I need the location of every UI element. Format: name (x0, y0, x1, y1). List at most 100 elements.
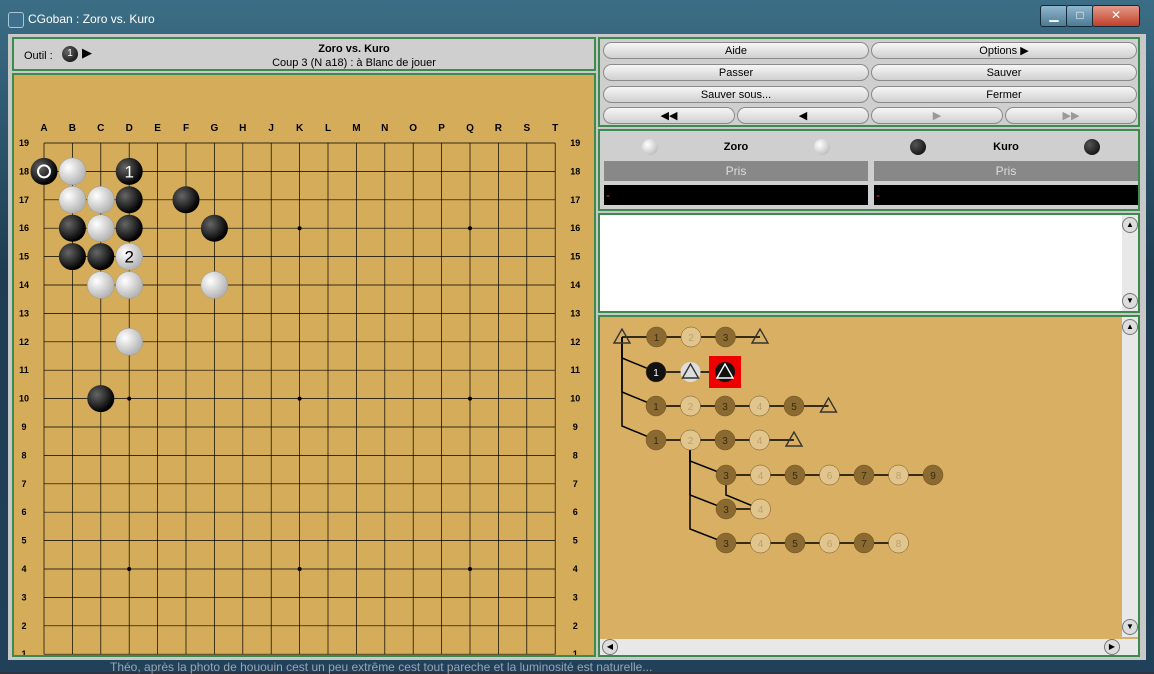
white-stone (115, 271, 143, 299)
star-point (127, 567, 132, 571)
tree-node-label: 3 (723, 471, 729, 482)
tree-node-label: 7 (861, 471, 867, 482)
comment-area[interactable]: ▲ ▼ (598, 213, 1140, 313)
tree-node-label: 4 (758, 471, 764, 482)
tree-node-label: 3 (723, 505, 729, 516)
white-stone (58, 186, 87, 214)
white-player-box: Zoro Pris - (602, 133, 870, 209)
tree-triangle-icon (784, 430, 804, 447)
white-stone (87, 214, 115, 242)
star-point (468, 567, 472, 571)
column-label: E (154, 123, 161, 134)
column-label: B (69, 123, 76, 134)
pass-button[interactable]: Passer (603, 64, 869, 81)
comment-scrollbar[interactable]: ▲ ▼ (1122, 215, 1138, 311)
nav-last-icon: ▶▶ (1062, 110, 1080, 122)
row-label: 10 (570, 394, 580, 404)
column-label: Q (466, 123, 474, 134)
scroll-down-icon[interactable]: ▼ (1122, 293, 1138, 309)
nav-next-button[interactable]: ▶ (871, 107, 1003, 124)
row-label: 17 (19, 195, 29, 205)
row-label: 9 (21, 422, 26, 432)
tree-node-label: 1 (653, 402, 659, 413)
scroll-up-icon[interactable]: ▲ (1122, 319, 1138, 335)
black-player-box: Kuro Pris - (872, 133, 1140, 209)
client-area: Outil : 1 ▶ Zoro vs. Kuro Coup 3 (N a18)… (8, 34, 1146, 660)
help-button[interactable]: Aide (603, 42, 869, 59)
row-label: 4 (21, 564, 26, 574)
game-header: Outil : 1 ▶ Zoro vs. Kuro Coup 3 (N a18)… (12, 37, 596, 71)
board-svg[interactable]: AABBCCDDEEFFGGHHJJKKLLMMNNOOPPQQRRSSTT19… (14, 75, 594, 655)
black-stone (87, 243, 115, 271)
row-label: 18 (570, 166, 580, 176)
row-label: 1 (573, 649, 578, 655)
tool-arrow-icon[interactable]: ▶ (82, 45, 92, 61)
scroll-down-icon[interactable]: ▼ (1122, 619, 1138, 635)
row-label: 19 (19, 138, 29, 148)
close-game-button[interactable]: Fermer (871, 86, 1137, 103)
row-label: 9 (573, 422, 578, 432)
scroll-up-icon[interactable]: ▲ (1122, 217, 1138, 233)
nav-last-button[interactable]: ▶▶ (1005, 107, 1137, 124)
options-button[interactable]: Options ▶ (871, 42, 1137, 59)
app-window: CGoban : Zoro vs. Kuro ▁ □ ✕ Outil : 1 ▶… (0, 0, 1154, 674)
nav-prev-button[interactable]: ◀ (737, 107, 869, 124)
tree-node-label: 5 (791, 402, 797, 413)
tree-node-label: 6 (827, 471, 833, 482)
black-stone (58, 214, 86, 242)
minimize-button[interactable]: ▁ (1040, 5, 1068, 27)
control-buttons: Aide Options ▶ Passer Sauver Sauver sous… (598, 37, 1140, 127)
row-label: 5 (573, 536, 578, 546)
go-board[interactable]: AABBCCDDEEFFGGHHJJKKLLMMNNOOPPQQRRSSTT19… (12, 73, 596, 657)
row-label: 5 (21, 536, 26, 546)
black-captures: Pris (874, 161, 1138, 181)
tree-svg[interactable]: 1 2 3 1 1 2 3 4 5 1 2 3 4 3 4 5 6 7 8 9 3 4 3 4 5 6 7 8 (600, 317, 1120, 637)
star-point (468, 226, 472, 231)
row-label: 1 (21, 649, 26, 655)
maximize-button[interactable]: □ (1066, 5, 1094, 27)
column-label: C (97, 123, 104, 134)
options-label: Options (979, 45, 1018, 57)
row-label: 15 (570, 252, 580, 262)
close-button[interactable]: ✕ (1092, 5, 1140, 27)
row-label: 11 (570, 365, 580, 375)
tree-node-label: 4 (758, 505, 764, 516)
column-label: L (325, 123, 331, 134)
column-label: G (211, 123, 219, 134)
tree-node-label: 9 (930, 471, 936, 482)
white-clock: - (604, 185, 868, 205)
title-bar[interactable]: CGoban : Zoro vs. Kuro ▁ □ ✕ (0, 0, 1154, 32)
nav-first-button[interactable]: ◀◀ (603, 107, 735, 124)
white-captures: Pris (604, 161, 868, 181)
game-tree[interactable]: 1 2 3 1 1 2 3 4 5 1 2 3 4 3 4 5 6 7 8 9 3 4 3 4 5 6 7 8 ▲ ▼ ◀ ▶ (598, 315, 1140, 657)
row-label: 12 (570, 337, 580, 347)
tree-connector (689, 440, 727, 544)
black-stone (87, 385, 115, 413)
tree-node-label: 4 (758, 539, 764, 550)
tree-node-label: 2 (688, 402, 694, 413)
tree-node-label: 3 (723, 333, 729, 344)
tree-vertical-scrollbar[interactable]: ▲ ▼ (1122, 317, 1138, 637)
tree-node-label: 1 (653, 368, 659, 379)
row-label: 8 (573, 450, 578, 460)
column-label: K (296, 123, 304, 134)
nav-prev-icon: ◀ (798, 110, 808, 122)
tree-node-label: 8 (896, 539, 902, 550)
black-stone (58, 243, 86, 271)
tree-node-label: 4 (757, 402, 763, 413)
scroll-left-icon[interactable]: ◀ (602, 639, 618, 655)
tree-node-label: 1 (653, 436, 659, 447)
tool-stone-button[interactable]: 1 (62, 46, 78, 62)
row-label: 10 (19, 394, 29, 404)
tree-node-label: 6 (827, 539, 833, 550)
row-label: 8 (21, 450, 26, 460)
options-arrow-icon: ▶ (1020, 45, 1029, 57)
tree-horizontal-scrollbar[interactable]: ◀ ▶ (600, 639, 1138, 655)
scroll-right-icon[interactable]: ▶ (1104, 639, 1120, 655)
save-button[interactable]: Sauver (871, 64, 1137, 81)
row-label: 15 (19, 252, 29, 262)
white-stone (200, 271, 229, 299)
row-label: 18 (19, 166, 29, 176)
save-as-button[interactable]: Sauver sous... (603, 86, 869, 103)
row-label: 6 (573, 507, 578, 517)
